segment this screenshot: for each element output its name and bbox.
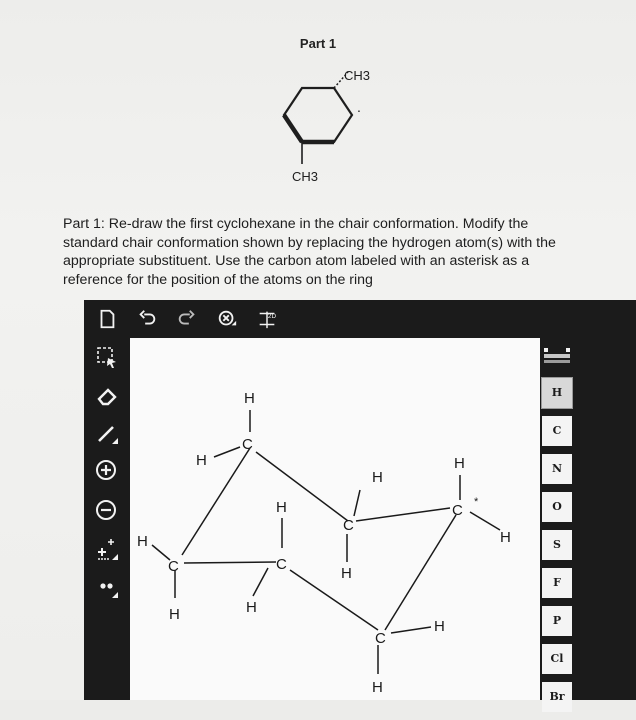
page: Part 1 CH3 . CH3 Part 1: Re-draw the fir… [0, 0, 636, 712]
atom-charge-icon[interactable] [92, 536, 122, 562]
element-buttons: H C N O S F P Cl Br [540, 377, 574, 720]
atom-h[interactable]: H [137, 533, 148, 550]
marker-dot: . [357, 99, 361, 115]
select-tool-icon[interactable] [92, 344, 122, 370]
zoom-icon[interactable] [214, 306, 240, 332]
atom-h[interactable]: H [434, 618, 445, 635]
element-button-c[interactable]: C [542, 416, 572, 446]
atom-h[interactable]: H [372, 679, 383, 696]
negative-charge-icon[interactable] [92, 498, 122, 524]
periodic-table-icon[interactable] [542, 342, 572, 368]
asterisk-marker: * [474, 496, 479, 508]
lone-pair-icon[interactable] [92, 574, 122, 600]
element-button-h[interactable]: H [541, 377, 573, 409]
undo-icon[interactable] [134, 306, 160, 332]
atom-h[interactable]: H [454, 455, 465, 472]
2d-clean-icon[interactable]: 2D [254, 306, 280, 332]
element-button-s[interactable]: S [542, 530, 572, 560]
question-text: Part 1: Re-draw the first cyclohexane in… [63, 216, 556, 288]
atom-h[interactable]: H [372, 469, 383, 486]
reference-molecule: CH3 . CH3 [260, 60, 380, 190]
element-button-cl[interactable]: Cl [542, 644, 572, 674]
positive-charge-icon[interactable] [92, 458, 122, 484]
part-title: Part 1 [299, 36, 337, 51]
element-button-p[interactable]: P [542, 606, 572, 636]
atom-h[interactable]: H [276, 499, 287, 516]
atom-c[interactable]: C [242, 436, 253, 453]
eraser-tool-icon[interactable] [92, 382, 122, 408]
atom-h[interactable]: H [246, 599, 257, 616]
bottom-substituent: CH3 [292, 169, 318, 184]
atom-c[interactable]: C [452, 502, 463, 519]
atom-c[interactable]: C [375, 630, 386, 647]
atom-h[interactable]: H [500, 529, 511, 546]
element-button-f[interactable]: F [542, 568, 572, 598]
element-button-o[interactable]: O [542, 492, 572, 522]
drawing-canvas[interactable]: H H C H C H H C H H C H H C * H C H H [130, 338, 540, 700]
atom-h[interactable]: H [341, 565, 352, 582]
atom-h[interactable]: H [196, 452, 207, 469]
atom-c[interactable]: C [168, 558, 179, 575]
new-document-icon[interactable] [94, 306, 120, 332]
atom-c[interactable]: C [343, 517, 354, 534]
bond-tool-icon[interactable] [92, 420, 122, 446]
element-button-n[interactable]: N [542, 454, 572, 484]
redo-icon[interactable] [174, 306, 200, 332]
left-tool-panel [84, 338, 130, 700]
cyclohexane-ring [282, 86, 354, 145]
chair-bonds [151, 410, 501, 674]
atom-h[interactable]: H [244, 390, 255, 407]
element-button-br[interactable]: Br [542, 682, 572, 712]
editor-toolbar: 2D [84, 300, 636, 338]
svg-text:2D: 2D [268, 313, 277, 320]
atom-c[interactable]: C [276, 556, 287, 573]
top-substituent: CH3 [344, 68, 370, 83]
atom-h[interactable]: H [169, 606, 180, 623]
